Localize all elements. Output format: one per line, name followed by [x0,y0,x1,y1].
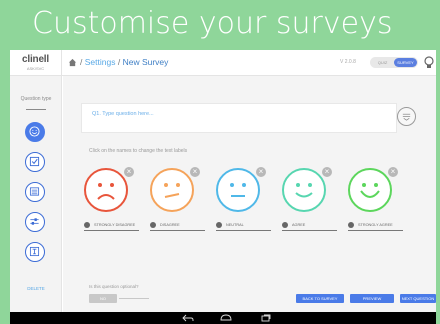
label-hint-text: Click on the names to change the text la… [89,148,188,154]
question-type-slider-button[interactable] [25,212,45,232]
app-window: clinell ASK/SVC / Settings / New Survey … [10,50,436,312]
next-question-button[interactable]: NEXT QUESTION [400,294,436,303]
label-text: STRONGLY DISAGREE [94,223,136,227]
question-input[interactable] [92,111,382,117]
happy-face-icon [295,183,313,198]
neutral-face-icon [230,183,246,197]
label-text: AGREE [292,223,306,227]
expand-options-button[interactable] [397,107,416,126]
remove-disagree-icon[interactable]: × [190,167,200,177]
top-bar: clinell ASK/SVC / Settings / New Survey … [10,50,436,76]
question-type-label: Question type [20,96,52,102]
label-text: NEUTRAL [226,223,244,227]
main-editor: Click on the names to change the text la… [63,76,436,312]
pencil-icon [348,222,354,228]
logo-subtitle: ASK/SVC [26,66,45,71]
optional-no-value[interactable]: NO [89,294,117,303]
question-type-underline [26,109,46,110]
label-strongly-agree[interactable]: STRONGLY AGREE [348,221,403,231]
question-type-text-button[interactable] [25,242,45,262]
remove-strongly-agree-icon[interactable]: × [388,167,398,177]
toggle-quiz-option[interactable]: QUIZ [372,59,393,66]
question-type-list-button[interactable] [25,182,45,202]
preview-button[interactable]: PREVIEW [350,294,394,303]
face-neutral[interactable] [216,168,260,212]
chevron-down-icon [402,113,411,121]
lightbulb-icon[interactable] [424,56,434,69]
toggle-survey-option[interactable]: SURVEY [394,58,417,67]
label-text: DISAGREE [160,223,180,227]
face-strongly-agree[interactable] [348,168,392,212]
back-to-survey-button[interactable]: BACK TO SURVEY [296,294,344,303]
home-icon[interactable] [68,58,77,67]
sad-face-icon [164,183,180,198]
remove-agree-icon[interactable]: × [322,167,332,177]
pencil-icon [216,222,222,228]
pencil-icon [282,222,288,228]
face-agree[interactable] [282,168,326,212]
pencil-icon [150,222,156,228]
pencil-icon [84,222,90,228]
label-agree[interactable]: AGREE [282,221,337,231]
face-disagree[interactable] [150,168,194,212]
optional-toggle[interactable]: NO [89,294,149,303]
version-label: V 2.0.8 [340,59,356,65]
optional-toggle-track [119,298,149,299]
question-type-smiley-button[interactable] [25,122,45,142]
delete-question-link[interactable]: DELETE [10,286,62,291]
recent-apps-icon[interactable] [260,314,272,322]
breadcrumb-new-survey: New Survey [122,57,169,67]
question-type-sidebar: Question type DELETE [10,76,62,312]
list-icon [29,187,40,196]
smiley-icon [29,126,40,137]
breadcrumb-separator: / [80,57,83,67]
label-text: STRONGLY AGREE [358,223,393,227]
label-disagree[interactable]: DISAGREE [150,221,205,231]
android-navigation-bar [10,312,436,324]
checkbox-icon [29,156,40,167]
face-strongly-disagree[interactable] [84,168,128,212]
optional-question-label: Is this question optional? [89,284,139,289]
slider-icon [30,218,39,225]
logo[interactable]: clinell ASK/SVC [10,50,62,76]
banner-title: Customise your surveys [32,6,393,41]
remove-strongly-disagree-icon[interactable]: × [124,167,134,177]
logo-text: clinell [22,54,49,65]
label-neutral[interactable]: NEUTRAL [216,221,271,231]
breadcrumb-separator: / [117,57,121,67]
quiz-survey-toggle[interactable]: QUIZ SURVEY [370,57,418,68]
text-input-icon [29,246,40,257]
question-type-checkbox-button[interactable] [25,152,45,172]
very-sad-face-icon [97,183,115,200]
home-nav-icon[interactable] [220,314,232,322]
question-box [81,103,397,133]
label-strongly-disagree[interactable]: STRONGLY DISAGREE [84,221,139,231]
breadcrumb-settings[interactable]: Settings [85,57,116,67]
very-happy-face-icon [360,183,380,198]
remove-neutral-icon[interactable]: × [256,167,266,177]
breadcrumb: / Settings / New Survey [80,57,168,67]
back-icon[interactable] [182,314,194,322]
